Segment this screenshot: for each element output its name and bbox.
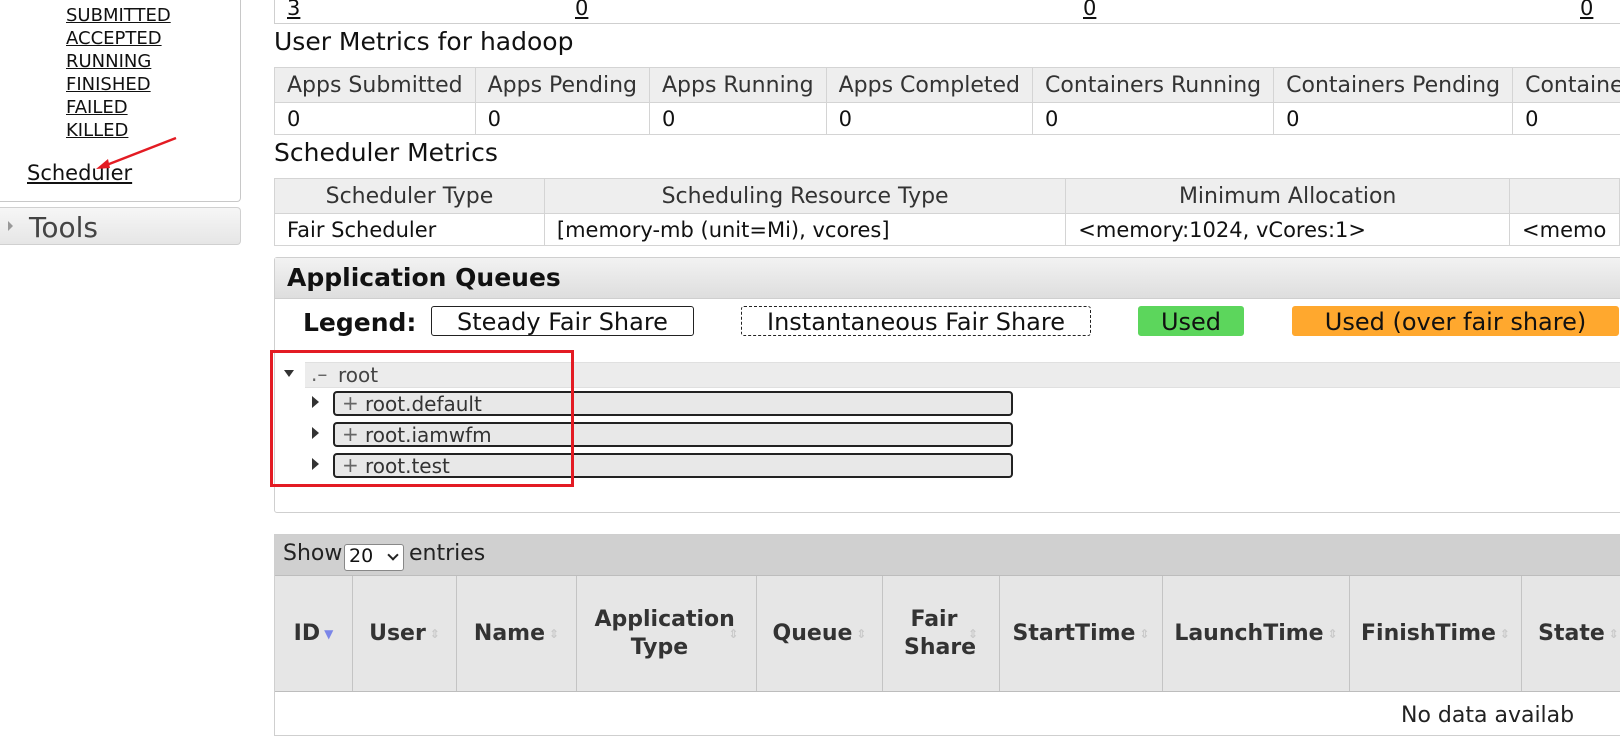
user-metrics-header: Containers Running	[1032, 67, 1275, 103]
column-label: FinishTime	[1361, 620, 1496, 646]
page-size-value: 20	[349, 545, 374, 567]
column-header-fair-share[interactable]: Fair Share ⇕	[883, 576, 1000, 691]
column-header-user[interactable]: User ⇕	[353, 576, 457, 691]
column-label: State	[1538, 620, 1605, 646]
legend-steady-fair-share: Steady Fair Share	[431, 306, 694, 336]
column-label: LaunchTime	[1174, 620, 1324, 646]
column-header-finishtime[interactable]: FinishTime ⇕	[1350, 576, 1522, 691]
legend-used: Used	[1138, 306, 1244, 336]
user-metrics-header: Apps Completed	[825, 67, 1034, 103]
table-length-control: Show 20 entries	[275, 535, 1620, 576]
user-metrics-value: 0	[1273, 102, 1514, 135]
scheduler-metrics-value: Fair Scheduler	[274, 213, 545, 246]
column-header-queue[interactable]: Queue ⇕	[757, 576, 883, 691]
scheduler-metrics-title: Scheduler Metrics	[274, 138, 498, 167]
column-header-application-type[interactable]: Application Type ⇕	[577, 576, 757, 691]
user-metrics-value: 0	[825, 102, 1034, 135]
show-label: Show	[283, 541, 343, 566]
sort-icon: ⇕	[856, 626, 867, 641]
user-metrics-value: 0	[1032, 102, 1275, 135]
sort-icon: ⇕	[728, 626, 739, 641]
column-label: Application Type	[594, 606, 735, 660]
main-content: 3 0 0 0 User Metrics for hadoop Apps Sub…	[270, 0, 1620, 736]
cluster-metric-link[interactable]: 0	[1083, 0, 1096, 20]
scheduler-metrics-header	[1509, 178, 1620, 214]
user-metrics-title: User Metrics for hadoop	[274, 27, 574, 56]
tools-section-header[interactable]: Tools	[0, 207, 241, 245]
legend-used-over-fair-share: Used (over fair share)	[1292, 306, 1619, 336]
sort-icon: ⇕	[429, 626, 440, 641]
table-header-row: ID ▼ User ⇕ Name ⇕ Application Type ⇕ Queue ⇕…	[275, 576, 1620, 692]
column-label: Fair Share	[903, 606, 977, 660]
scheduler-metrics-header: Minimum Allocation	[1065, 178, 1511, 214]
user-metrics-header: Apps Submitted	[274, 67, 476, 103]
page-size-select[interactable]: 20	[344, 544, 404, 571]
column-header-starttime[interactable]: StartTime ⇕	[1000, 576, 1163, 691]
applications-table: Show 20 entries ID ▼ User ⇕ Name ⇕ Applicat…	[274, 534, 1620, 736]
user-metrics-table: Apps Submitted Apps Pending Apps Running…	[274, 67, 1620, 135]
sort-icon: ⇕	[549, 626, 560, 641]
user-metrics-value: 0	[474, 102, 651, 135]
column-header-name[interactable]: Name ⇕	[457, 576, 577, 691]
sort-icon: ⇕	[1608, 626, 1619, 641]
sort-desc-icon: ▼	[324, 626, 334, 641]
column-label: ID	[293, 620, 321, 646]
user-metrics-value: 0	[274, 102, 476, 135]
chevron-down-icon	[387, 549, 399, 561]
scheduler-metrics-value: <memo	[1509, 213, 1620, 246]
application-queues-header[interactable]: Application Queues	[275, 258, 1620, 299]
sort-icon: ⇕	[1499, 626, 1510, 641]
sort-icon: ⇕	[967, 626, 979, 641]
tools-label: Tools	[29, 211, 98, 244]
sort-icon: ⇕	[1139, 626, 1150, 641]
scheduler-metrics-table: Scheduler Type Scheduling Resource Type …	[274, 178, 1620, 246]
scheduler-metrics-header: Scheduling Resource Type	[543, 178, 1067, 214]
cluster-metric-link[interactable]: 3	[287, 0, 300, 20]
sidebar: SUBMITTED ACCEPTED RUNNING FINISHED FAIL…	[0, 0, 242, 724]
column-header-launchtime[interactable]: LaunchTime ⇕	[1163, 576, 1350, 691]
scheduler-metrics-value: <memory:1024, vCores:1>	[1065, 213, 1511, 246]
user-metrics-value: 0	[649, 102, 827, 135]
scheduler-metrics-header: Scheduler Type	[274, 178, 545, 214]
user-metrics-header: Containers Pending	[1273, 67, 1514, 103]
entries-label: entries	[409, 541, 486, 566]
user-metrics-value: 0	[1512, 102, 1620, 135]
column-header-id[interactable]: ID ▼	[275, 576, 353, 691]
empty-table-message: No data availab	[1401, 703, 1575, 728]
expand-arrow-icon	[8, 221, 13, 231]
cluster-metrics-row: 3 0 0 0	[274, 0, 1620, 24]
annotation-highlight-box	[270, 350, 574, 487]
column-header-state[interactable]: State ⇕	[1522, 576, 1620, 691]
sort-icon: ⇕	[1327, 626, 1338, 641]
column-label: Name	[473, 620, 546, 646]
cluster-metric-link[interactable]: 0	[1580, 0, 1593, 20]
application-queues-title: Application Queues	[287, 263, 561, 292]
user-metrics-header: Apps Running	[649, 67, 827, 103]
legend-instantaneous-fair-share: Instantaneous Fair Share	[741, 306, 1091, 336]
annotation-arrow-icon	[96, 136, 177, 169]
scheduler-metrics-value: [memory-mb (unit=Mi), vcores]	[543, 213, 1067, 246]
legend-label: Legend:	[303, 308, 417, 337]
column-label: StartTime	[1012, 620, 1136, 646]
user-metrics-header: Containers	[1512, 67, 1620, 103]
column-label: Queue	[772, 620, 853, 646]
column-label: User	[369, 620, 426, 646]
cluster-metric-link[interactable]: 0	[575, 0, 588, 20]
user-metrics-header: Apps Pending	[474, 67, 651, 103]
